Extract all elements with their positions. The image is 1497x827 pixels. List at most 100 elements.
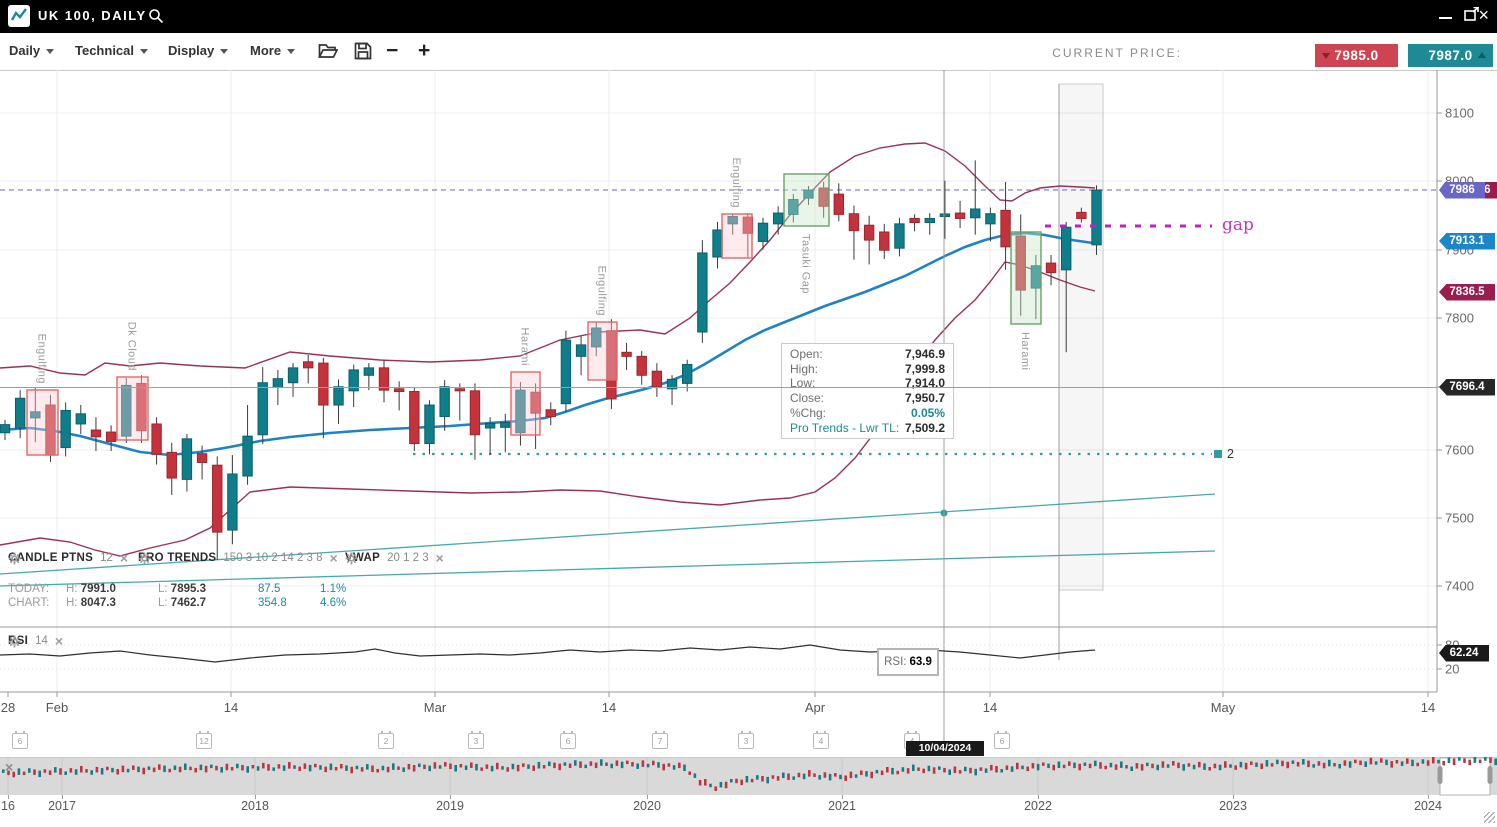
toolbar: Daily Technical Display More − + CURRENT… [0, 33, 1497, 71]
settings-gear-icon[interactable] [8, 635, 21, 648]
candle [971, 209, 980, 218]
candle [197, 454, 206, 463]
candle [440, 387, 449, 417]
candle [652, 371, 661, 387]
remove-indicator-icon[interactable]: × [436, 553, 444, 563]
candle [288, 368, 297, 383]
candle [880, 232, 889, 250]
pattern-box[interactable] [511, 372, 540, 435]
pattern-label: Harami [1019, 332, 1031, 370]
candle [106, 432, 115, 441]
candle [258, 383, 267, 435]
calendar-marker[interactable]: 7 [652, 733, 668, 749]
calendar-marker[interactable]: 12 [196, 733, 212, 749]
rsi-axis-label: 20 [1445, 662, 1459, 677]
highlight-region[interactable] [1059, 84, 1103, 590]
stats-range: 354.8 [258, 597, 320, 609]
navigator-year-label: 2019 [436, 799, 464, 813]
zoom-in-button[interactable]: + [418, 39, 430, 63]
trendline-2-label[interactable]: 2 [1227, 447, 1234, 461]
navigator-year-label: 2024 [1414, 799, 1442, 813]
calendar-marker[interactable]: 3 [738, 733, 754, 749]
close-window-icon[interactable]: × [1478, 5, 1489, 26]
tooltip-row: Pro Trends - Lwr TL:7,509.2 [790, 421, 945, 436]
pattern-box[interactable] [722, 214, 752, 258]
main-chart[interactable]: Engulfing Dk Cloud Harami Engulfing Engulfin… [0, 70, 1497, 758]
navigator-year-label: 2018 [241, 799, 269, 813]
arrow-down-icon [1322, 53, 1330, 59]
remove-indicator-icon[interactable]: × [55, 636, 63, 646]
menu-more[interactable]: More [250, 43, 295, 58]
navigator-selection-window[interactable] [1440, 758, 1490, 795]
y-axis-label: 8100 [1445, 106, 1474, 121]
stats-percent: 4.6% [320, 597, 346, 609]
tooltip-row: Open:7,946.9 [790, 347, 945, 362]
calendar-marker[interactable]: 2 [378, 733, 394, 749]
tooltip-row: %Chg:0.05% [790, 406, 945, 421]
zoom-out-button[interactable]: − [386, 39, 398, 63]
y-axis-label: 7600 [1445, 443, 1474, 458]
gap-annotation[interactable]: gap [1222, 215, 1254, 235]
pattern-box[interactable] [27, 390, 58, 455]
navigator-handle-left[interactable] [1438, 766, 1443, 784]
candle [546, 410, 555, 417]
calendar-marker[interactable]: 3 [468, 733, 484, 749]
pattern-box[interactable] [1011, 232, 1041, 324]
candle [1062, 227, 1071, 270]
stats-label: CHART: [8, 597, 66, 609]
candle [864, 225, 873, 240]
x-axis-label: 14 [602, 700, 616, 715]
pattern-box[interactable] [588, 322, 617, 380]
pattern-label: Dk Cloud [126, 322, 138, 371]
remove-indicator-icon[interactable]: × [120, 553, 128, 563]
tooltip-row: High:7,999.8 [790, 362, 945, 377]
window-title: UK 100, DAILY [38, 8, 147, 23]
menu-timeframe[interactable]: Daily [9, 43, 54, 58]
calendar-marker[interactable]: 6 [560, 733, 576, 749]
candle [0, 425, 9, 433]
settings-gear-icon[interactable] [8, 552, 21, 565]
candle [91, 430, 100, 437]
calendar-marker[interactable]: 6 [994, 733, 1010, 749]
candle [410, 392, 419, 444]
price-badge: 7986 [1439, 182, 1485, 199]
pattern-label: Engulfing [730, 158, 742, 208]
navigator-handle-right[interactable] [1488, 766, 1493, 784]
settings-gear-icon[interactable] [138, 552, 151, 565]
settings-gear-icon[interactable] [345, 552, 358, 565]
navigator-chart[interactable] [0, 757, 1497, 797]
pattern-label: Engulfing [36, 334, 48, 384]
pattern-label: Engulfing [596, 266, 608, 316]
candle [834, 194, 843, 214]
ohlc-tooltip: Open:7,946.9High:7,999.8Low:7,914.0Close… [781, 343, 954, 439]
resize-grip[interactable] [1484, 812, 1495, 823]
navigator-year-label: 2023 [1219, 799, 1247, 813]
candle [425, 405, 434, 444]
stats-today-row: TODAY: H: 7991.0 L: 7895.3 87.5 1.1% [8, 583, 346, 595]
candle [470, 391, 479, 435]
candle [698, 253, 707, 332]
indicator-row-candle-patterns: CANDLE PTNS 12 × [8, 552, 128, 564]
candle [1046, 263, 1055, 272]
pattern-label: Harami [519, 328, 531, 366]
candle [394, 389, 403, 392]
x-axis-label: Mar [424, 700, 447, 715]
candle [622, 352, 631, 356]
candle [713, 230, 722, 257]
remove-indicator-icon[interactable]: × [330, 553, 338, 563]
navigator-close-icon[interactable]: × [5, 759, 13, 775]
x-axis-label: Feb [46, 700, 68, 715]
calendar-marker[interactable]: 4 [813, 733, 829, 749]
indicator-row-vwap: VWAP 20 1 2 3 × [345, 552, 444, 564]
menu-technical[interactable]: Technical [75, 43, 148, 58]
rsi-value-box: RSI:63.9 [877, 648, 939, 676]
pattern-box[interactable] [784, 174, 829, 226]
stats-chart-row: CHART: H: 8047.3 L: 7462.7 354.8 4.6% [8, 597, 346, 609]
calendar-marker[interactable]: 6 [12, 733, 28, 749]
menu-display[interactable]: Display [168, 43, 228, 58]
chevron-down-icon [46, 49, 54, 54]
navigator-year-label: 2021 [828, 799, 856, 813]
trend-endpoint-marker[interactable] [1214, 450, 1222, 458]
indicator-params: 12 [100, 552, 113, 564]
upper-band-line [0, 143, 1095, 375]
